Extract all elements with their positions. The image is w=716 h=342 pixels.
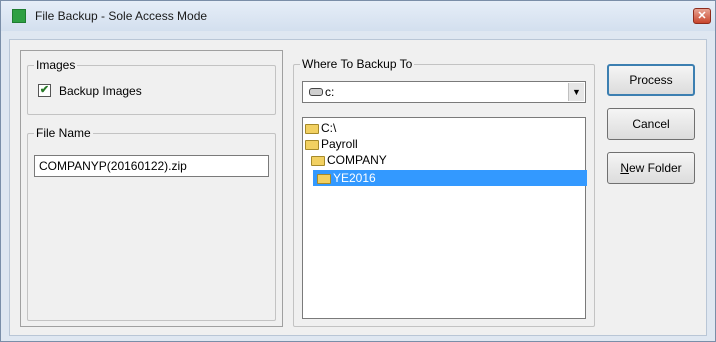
folder-item-company[interactable]: COMPANY [311, 152, 387, 168]
new-folder-button[interactable]: New Folder [607, 152, 695, 184]
drive-icon [309, 88, 323, 96]
checkmark-icon: ✔ [39, 84, 50, 96]
backup-images-label[interactable]: Backup Images [59, 84, 142, 98]
file-name-group: File Name COMPANYP(20160122).zip [27, 126, 276, 321]
folder-open-icon [305, 140, 319, 150]
folder-open-icon [311, 156, 325, 166]
drive-select-value: c: [325, 85, 335, 99]
backup-images-checkbox[interactable]: ✔ [38, 84, 51, 97]
title-bar[interactable]: File Backup - Sole Access Mode ✕ [1, 1, 715, 31]
close-button[interactable]: ✕ [693, 8, 711, 24]
app-icon [12, 9, 26, 23]
folder-open-icon [305, 124, 319, 134]
images-group-label: Images [34, 58, 78, 72]
dialog-body: Images ✔ Backup Images File Name COMPANY… [9, 39, 707, 336]
file-backup-dialog: File Backup - Sole Access Mode ✕ Images … [0, 0, 716, 342]
chevron-down-icon[interactable]: ▼ [568, 83, 584, 101]
folder-item-root[interactable]: C:\ [305, 120, 336, 136]
folder-item-payroll[interactable]: Payroll [305, 136, 358, 152]
file-name-group-label: File Name [34, 126, 93, 140]
file-name-input[interactable]: COMPANYP(20160122).zip [34, 155, 269, 177]
folder-open-icon [317, 174, 331, 184]
destination-group: Where To Backup To c: ▼ C:\ Payroll COMP… [293, 57, 595, 327]
images-group: Images ✔ Backup Images [27, 58, 276, 115]
process-button[interactable]: Process [607, 64, 695, 96]
close-icon: ✕ [697, 10, 707, 22]
window-title: File Backup - Sole Access Mode [35, 9, 208, 23]
drive-select[interactable]: c: ▼ [302, 81, 586, 103]
folder-tree[interactable]: C:\ Payroll COMPANY YE2016 [302, 117, 587, 319]
left-panel: Images ✔ Backup Images File Name COMPANY… [20, 50, 283, 327]
destination-group-label: Where To Backup To [300, 57, 415, 71]
cancel-button[interactable]: Cancel [607, 108, 695, 140]
folder-item-ye2016[interactable]: YE2016 [313, 170, 587, 186]
